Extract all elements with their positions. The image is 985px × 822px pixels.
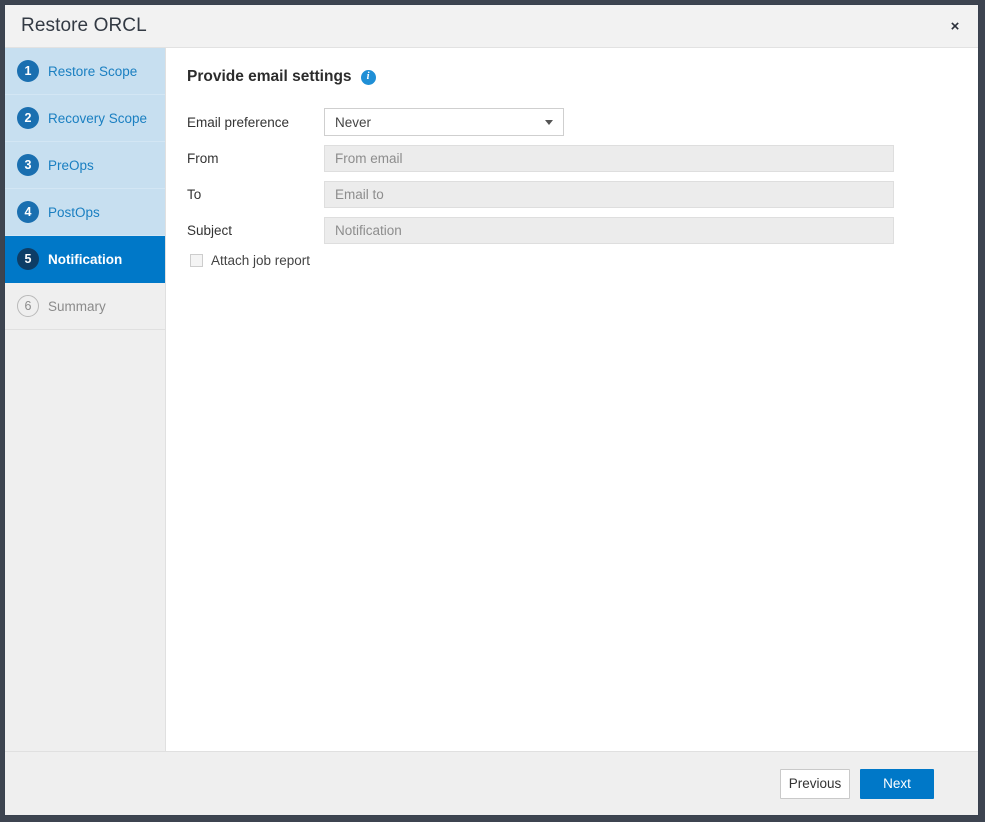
section-header: Provide email settings i [187,68,954,86]
step-label: PreOps [48,157,94,173]
dialog-titlebar: Restore ORCL × [5,5,978,48]
attach-job-report-label: Attach job report [211,253,311,268]
close-icon[interactable]: × [942,13,968,39]
dialog-body: 1 Restore Scope 2 Recovery Scope 3 PreOp… [5,48,978,751]
subject-input[interactable] [324,217,894,244]
to-row: To [187,181,954,208]
email-preference-row: Email preference Never [187,108,954,136]
sidebar-step-postops[interactable]: 4 PostOps [5,189,165,236]
sidebar-step-restore-scope[interactable]: 1 Restore Scope [5,48,165,95]
from-label: From [187,151,219,166]
sidebar-filler [5,330,165,751]
chevron-down-icon [545,120,553,125]
attach-job-report-row[interactable]: Attach job report [187,253,954,268]
notification-settings-pane: Provide email settings i Email preferenc… [166,48,978,751]
step-label: Recovery Scope [48,110,148,126]
page-title: Provide email settings [187,68,352,85]
sidebar-step-notification[interactable]: 5 Notification [5,236,165,283]
step-number: 3 [17,154,39,176]
sidebar-step-summary[interactable]: 6 Summary [5,283,165,330]
step-label: Summary [48,298,106,314]
info-icon[interactable]: i [360,69,376,85]
from-email-input[interactable] [324,145,894,172]
step-number: 4 [17,201,39,223]
attach-job-report-checkbox[interactable] [190,254,203,267]
next-button[interactable]: Next [860,768,934,799]
restore-wizard-dialog: Restore ORCL × 1 Restore Scope 2 Recover… [4,4,979,816]
sidebar-step-preops[interactable]: 3 PreOps [5,142,165,189]
step-number: 1 [17,60,39,82]
dialog-title: Restore ORCL [21,15,147,36]
email-preference-select[interactable]: Never [324,108,564,136]
step-number: 6 [17,295,39,317]
sidebar-step-recovery-scope[interactable]: 2 Recovery Scope [5,95,165,142]
step-label: Restore Scope [48,63,138,79]
to-label: To [187,187,202,202]
step-label: PostOps [48,204,100,220]
subject-label: Subject [187,223,233,238]
to-email-input[interactable] [324,181,894,208]
step-number: 2 [17,107,39,129]
from-row: From [187,145,954,172]
wizard-step-sidebar: 1 Restore Scope 2 Recovery Scope 3 PreOp… [5,48,166,751]
email-preference-value: Never [335,114,372,130]
subject-row: Subject [187,217,954,244]
dialog-footer: Previous Next [5,751,978,815]
step-number: 5 [17,248,39,270]
step-label: Notification [48,251,123,267]
email-preference-label: Email preference [187,114,290,130]
previous-button[interactable]: Previous [780,768,850,799]
